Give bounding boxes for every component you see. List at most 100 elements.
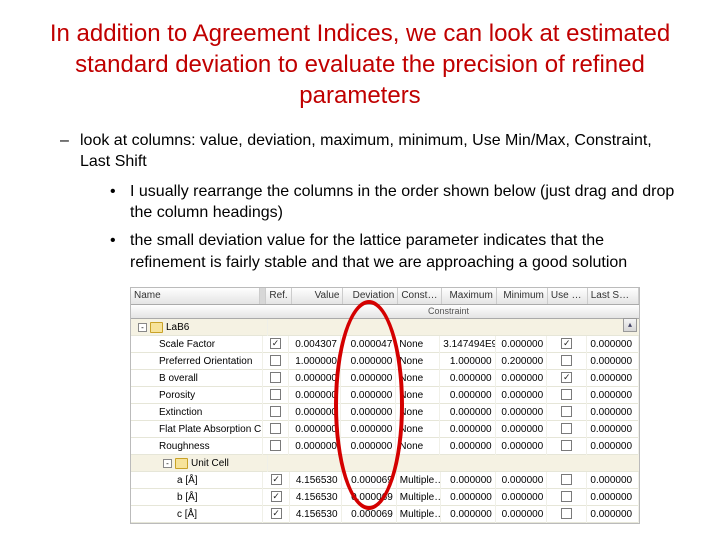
- cell-max: 0.000000: [440, 404, 495, 421]
- checkbox-ref[interactable]: [270, 338, 281, 349]
- checkbox-ref[interactable]: [271, 474, 282, 485]
- cell-ls: 0.000000: [587, 370, 639, 387]
- cell-con: Multiple…: [397, 472, 441, 489]
- cell-con: None: [396, 387, 440, 404]
- checkbox-ref[interactable]: [270, 389, 281, 400]
- checkbox-use[interactable]: [561, 423, 572, 434]
- checkbox-use[interactable]: [561, 474, 572, 485]
- cell-con: None: [396, 404, 440, 421]
- cell-ls: 0.000000: [587, 421, 639, 438]
- checkbox-ref[interactable]: [270, 423, 281, 434]
- cell-min: 0.200000: [496, 353, 548, 370]
- cell-dev: 0.000000: [341, 353, 396, 370]
- checkbox-use[interactable]: [561, 338, 572, 349]
- checkbox-ref[interactable]: [270, 355, 281, 366]
- expand-icon[interactable]: -: [138, 323, 147, 332]
- cell-max: 0.000000: [441, 489, 496, 506]
- cell-max: 0.000000: [440, 387, 495, 404]
- cell-con: Multiple…: [397, 489, 441, 506]
- cell-value: 0.000000: [289, 438, 341, 455]
- bullet-level2-a: •I usually rearrange the columns in the …: [130, 181, 680, 224]
- cell-name: Flat Plate Absorption C…: [131, 421, 263, 438]
- table-row[interactable]: Extinction 0.000000 0.000000 None 0.0000…: [131, 404, 639, 421]
- table-row[interactable]: Porosity 0.000000 0.000000 None 0.000000…: [131, 387, 639, 404]
- cell-name: c [Å]: [131, 506, 263, 523]
- cell-min: 0.000000: [496, 438, 548, 455]
- table-row[interactable]: Roughness 0.000000 0.000000 None 0.00000…: [131, 438, 639, 455]
- table-header[interactable]: Name Ref. Value Deviation Constr… Maximu…: [131, 288, 639, 305]
- cell-value: 4.156530: [290, 489, 341, 506]
- cell-max: 0.000000: [440, 421, 495, 438]
- col-maximum[interactable]: Maximum: [442, 288, 497, 304]
- table-row[interactable]: Flat Plate Absorption C… 0.000000 0.0000…: [131, 421, 639, 438]
- cell-con: None: [396, 438, 440, 455]
- scroll-up-icon[interactable]: ▴: [623, 318, 637, 332]
- cell-min: 0.000000: [496, 336, 548, 353]
- cell-value: 4.156530: [290, 472, 341, 489]
- col-ref[interactable]: Ref.: [266, 288, 293, 304]
- cell-name: Porosity: [131, 387, 263, 404]
- group-label: LaB6: [166, 320, 189, 335]
- table-row[interactable]: Scale Factor 0.004307 0.000047 None 3.14…: [131, 336, 639, 353]
- cell-value: 0.000000: [289, 421, 341, 438]
- table-row[interactable]: c [Å] 4.156530 0.000069 Multiple… 0.0000…: [131, 506, 639, 523]
- cell-min: 0.000000: [496, 472, 547, 489]
- col-constraint[interactable]: Constr…: [398, 288, 442, 304]
- cell-dev: 0.000000: [341, 387, 396, 404]
- cell-con: None: [396, 353, 440, 370]
- group-row-lab6[interactable]: - LaB6: [131, 319, 639, 336]
- cell-min: 0.000000: [496, 421, 548, 438]
- cell-ls: 0.000000: [587, 489, 639, 506]
- table-subheader: Constraint: [131, 305, 639, 319]
- checkbox-ref[interactable]: [271, 491, 282, 502]
- cell-name: Extinction: [131, 404, 263, 421]
- cell-value: 0.004307: [289, 336, 341, 353]
- cell-dev: 0.000000: [341, 404, 396, 421]
- checkbox-use[interactable]: [561, 372, 572, 383]
- col-use-minmax[interactable]: Use Mi…: [548, 288, 588, 304]
- col-minimum[interactable]: Minimum: [497, 288, 548, 304]
- cell-ls: 0.000000: [587, 506, 639, 523]
- checkbox-use[interactable]: [561, 389, 572, 400]
- cell-con: None: [396, 421, 440, 438]
- checkbox-use[interactable]: [561, 355, 572, 366]
- expand-icon[interactable]: -: [163, 459, 172, 468]
- cell-min: 0.000000: [496, 489, 547, 506]
- cell-ls: 0.000000: [587, 404, 639, 421]
- group-label: Unit Cell: [191, 456, 229, 471]
- cell-max: 0.000000: [440, 370, 495, 387]
- table-row[interactable]: B overall 0.000000 0.000000 None 0.00000…: [131, 370, 639, 387]
- cell-max: 0.000000: [440, 438, 495, 455]
- cell-max: 1.000000: [440, 353, 495, 370]
- cell-value: 4.156530: [290, 506, 341, 523]
- cell-max: 0.000000: [441, 506, 496, 523]
- cell-name: Preferred Orientation: [131, 353, 263, 370]
- cell-min: 0.000000: [496, 370, 548, 387]
- cell-value: 0.000000: [289, 404, 341, 421]
- checkbox-ref[interactable]: [271, 508, 282, 519]
- cell-name: b [Å]: [131, 489, 263, 506]
- cell-name: B overall: [131, 370, 263, 387]
- checkbox-use[interactable]: [561, 508, 572, 519]
- cell-min: 0.000000: [496, 506, 547, 523]
- folder-icon: [150, 322, 163, 333]
- checkbox-ref[interactable]: [270, 406, 281, 417]
- col-name[interactable]: Name: [131, 288, 260, 304]
- cell-con: Multiple…: [397, 506, 441, 523]
- table-row[interactable]: a [Å] 4.156530 0.000069 Multiple… 0.0000…: [131, 472, 639, 489]
- table-row[interactable]: b [Å] 4.156530 0.000069 Multiple… 0.0000…: [131, 489, 639, 506]
- cell-value: 0.000000: [289, 370, 341, 387]
- checkbox-ref[interactable]: [270, 440, 281, 451]
- col-deviation[interactable]: Deviation: [343, 288, 398, 304]
- checkbox-use[interactable]: [561, 491, 572, 502]
- group-row-unitcell[interactable]: - Unit Cell: [131, 455, 639, 472]
- cell-ls: 0.000000: [587, 336, 639, 353]
- table-row[interactable]: Preferred Orientation 1.000000 0.000000 …: [131, 353, 639, 370]
- cell-dev: 0.000069: [342, 506, 397, 523]
- bullet-level1: –look at columns: value, deviation, maxi…: [80, 130, 680, 173]
- checkbox-use[interactable]: [561, 440, 572, 451]
- col-value[interactable]: Value: [292, 288, 343, 304]
- col-last-shift[interactable]: Last Shift: [588, 288, 639, 304]
- checkbox-ref[interactable]: [270, 372, 281, 383]
- checkbox-use[interactable]: [561, 406, 572, 417]
